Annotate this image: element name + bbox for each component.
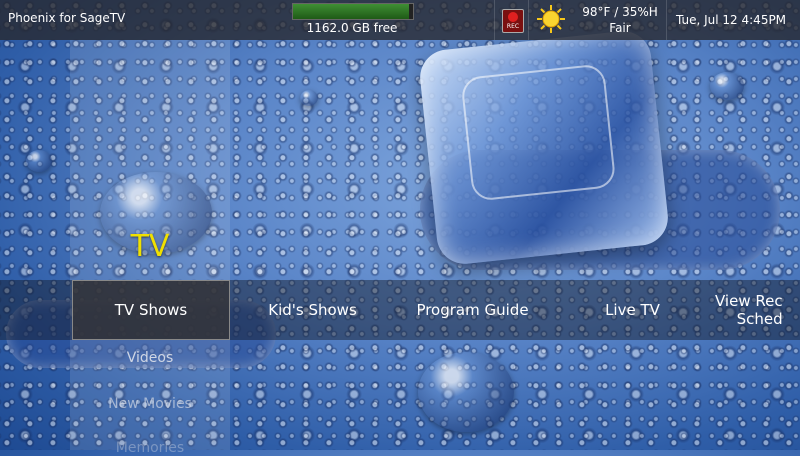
water-droplet: [26, 150, 52, 172]
disk-space-bar: [292, 3, 414, 20]
water-droplet: [300, 90, 318, 106]
menu-item-view-recording-schedule[interactable]: View Rec Sched: [715, 280, 800, 340]
divider: [528, 0, 529, 40]
recording-label: REC: [506, 23, 520, 30]
water-droplet: [710, 72, 744, 100]
weather-temperature: 98°F / 35%H: [582, 5, 658, 19]
submenu-item-new-movies[interactable]: New Movies: [70, 396, 230, 412]
ice-cube-image: [417, 28, 671, 267]
record-dot-icon: [508, 12, 518, 22]
divider: [494, 0, 495, 40]
sun-icon: [537, 5, 565, 33]
menu-item-kids-shows[interactable]: Kid's Shows: [240, 280, 385, 340]
menu-item-program-guide[interactable]: Program Guide: [395, 280, 550, 340]
status-bar: Phoenix for SageTV 1162.0 GB free REC 98…: [0, 0, 800, 40]
disk-space-label: 1162.0 GB free: [306, 21, 398, 35]
app-title: Phoenix for SageTV: [8, 11, 126, 25]
water-droplet: [418, 352, 514, 432]
recording-icon: REC: [502, 9, 524, 33]
section-title: TV: [130, 229, 170, 264]
menu-item-tv-shows[interactable]: TV Shows: [72, 280, 230, 340]
submenu-item-videos[interactable]: Videos: [70, 350, 230, 366]
disk-space-fill: [293, 4, 410, 19]
date-time: Tue, Jul 12 4:45PM: [676, 13, 787, 27]
menu-item-live-tv[interactable]: Live TV: [560, 280, 705, 340]
divider: [666, 0, 667, 40]
submenu-item-memories[interactable]: Memories: [70, 440, 230, 456]
weather-condition: Fair: [609, 21, 631, 35]
